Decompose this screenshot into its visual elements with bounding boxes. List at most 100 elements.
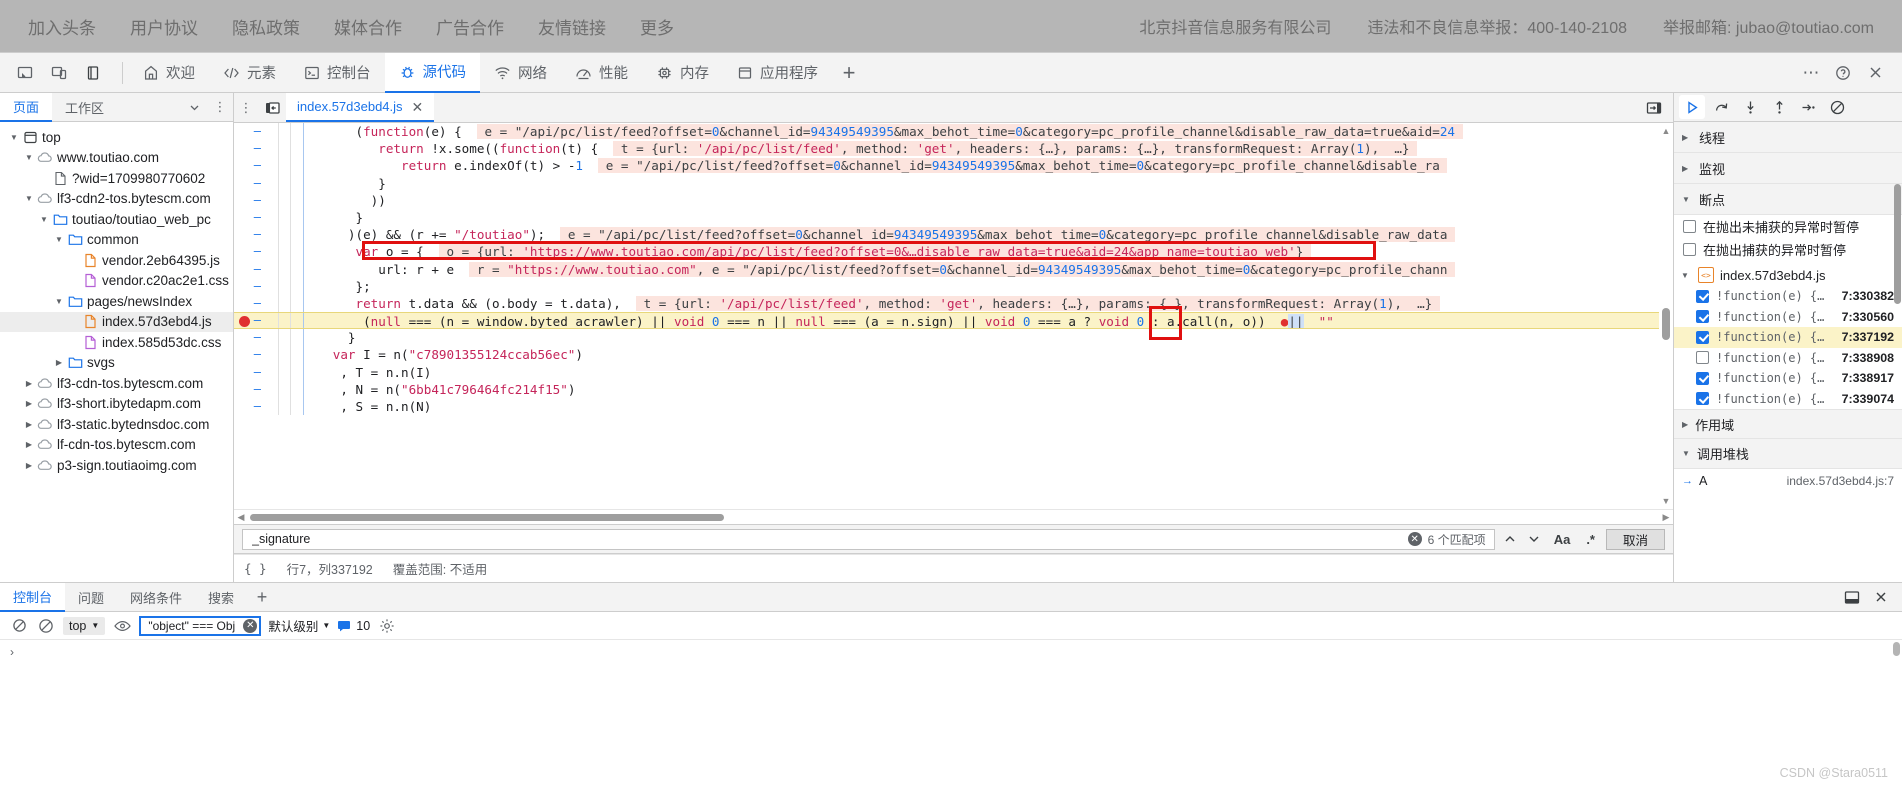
- code-line[interactable]: – var I = n("c78901355124ccab56ec"): [234, 346, 1673, 364]
- chevron-down-icon[interactable]: ▼: [22, 194, 36, 203]
- breakpoint-checkbox[interactable]: [1696, 351, 1709, 365]
- clear-filter-icon[interactable]: ✕: [243, 618, 258, 633]
- file-tree-row[interactable]: ▶ lf3-short.ibytedapm.com: [0, 394, 233, 415]
- tab-console[interactable]: 控制台: [290, 53, 385, 93]
- editor-vertical-scrollbar[interactable]: ▲ ▼: [1659, 123, 1673, 509]
- breakpoint-row[interactable]: !function(e) {… 7:339074: [1674, 389, 1902, 410]
- file-tree-row[interactable]: ?wid=1709980770602: [0, 168, 233, 189]
- file-tree-row[interactable]: ▶ svgs: [0, 353, 233, 374]
- debugger-section-scope[interactable]: ▶ 作用域: [1674, 409, 1902, 439]
- chevron-right-icon[interactable]: ▶: [22, 379, 36, 388]
- breakpoint-checkbox[interactable]: [1696, 330, 1709, 344]
- breakpoint-row[interactable]: !function(e) {… 7:330382: [1674, 286, 1902, 307]
- line-gutter[interactable]: –: [234, 278, 268, 295]
- show-debugger-icon[interactable]: [1635, 93, 1673, 122]
- file-tree-row[interactable]: index.57d3ebd4.js: [0, 311, 233, 332]
- step-over-icon[interactable]: [1708, 95, 1734, 119]
- footer-link-privacy[interactable]: 隐私政策: [232, 14, 300, 39]
- step-icon[interactable]: [1795, 95, 1821, 119]
- chevron-down-icon[interactable]: [181, 93, 207, 122]
- nav-tab-page[interactable]: 页面: [0, 92, 53, 122]
- match-case-toggle[interactable]: Aa: [1549, 532, 1576, 547]
- h-scroll-track[interactable]: [248, 510, 1659, 524]
- search-input[interactable]: [250, 531, 1408, 547]
- breakpoint-row[interactable]: !function(e) {… 7:337192: [1674, 327, 1902, 348]
- code-line[interactable]: – var o = { o = {url: 'https://www.touti…: [234, 243, 1673, 261]
- deactivate-breakpoints-icon[interactable]: [1824, 95, 1850, 119]
- editor-scroll-thumb[interactable]: [1662, 308, 1670, 340]
- console-filter-wrapper[interactable]: ✕: [139, 615, 262, 636]
- breakpoint-row[interactable]: !function(e) {… 7:338908: [1674, 348, 1902, 369]
- drawer-tab-issues[interactable]: 问题: [65, 583, 117, 612]
- scroll-down-icon[interactable]: ▼: [1661, 495, 1671, 507]
- footer-link-friends[interactable]: 友情链接: [538, 14, 606, 39]
- breakpoint-checkbox[interactable]: [1696, 371, 1709, 385]
- footer-link-ads[interactable]: 广告合作: [436, 14, 504, 39]
- line-gutter[interactable]: –: [234, 243, 268, 260]
- line-gutter[interactable]: –: [234, 364, 268, 381]
- file-tree-row[interactable]: vendor.2eb64395.js: [0, 250, 233, 271]
- breakpoint-marker-icon[interactable]: [239, 315, 250, 327]
- file-tree-row[interactable]: ▼ toutiao/toutiao_web_pc: [0, 209, 233, 230]
- pretty-print-icon[interactable]: { }: [244, 561, 267, 576]
- code-line[interactable]: – )): [234, 191, 1673, 209]
- drawer-tab-search[interactable]: 搜索: [195, 583, 247, 612]
- code-line[interactable]: – };: [234, 277, 1673, 295]
- line-gutter[interactable]: –: [234, 329, 268, 346]
- breakpoint-file-group[interactable]: ▼ <> index.57d3ebd4.js: [1674, 264, 1902, 286]
- breakpoint-checkbox[interactable]: [1696, 392, 1709, 406]
- line-gutter[interactable]: –: [234, 313, 268, 328]
- console-output[interactable]: ›: [0, 640, 1902, 789]
- dock-bottom-icon[interactable]: [1839, 585, 1865, 609]
- line-gutter[interactable]: –: [234, 209, 268, 226]
- navigator-more-icon[interactable]: ⋮: [207, 93, 233, 122]
- footer-link-terms[interactable]: 用户协议: [130, 14, 198, 39]
- nav-tab-workspace[interactable]: 工作区: [52, 93, 117, 122]
- clear-search-icon[interactable]: ✕: [1407, 532, 1422, 546]
- line-gutter[interactable]: –: [234, 123, 268, 140]
- file-tree-row[interactable]: ▼ www.toutiao.com: [0, 148, 233, 169]
- footer-link-media[interactable]: 媒体合作: [334, 14, 402, 39]
- debugger-section-breakpoints[interactable]: ▼ 断点: [1674, 184, 1902, 215]
- search-cancel-button[interactable]: 取消: [1605, 528, 1665, 550]
- chevron-right-icon[interactable]: ▶: [22, 420, 36, 429]
- toggle-navigator-icon[interactable]: [258, 93, 286, 122]
- footer-link-more[interactable]: 更多: [640, 14, 674, 39]
- tab-elements[interactable]: 元素: [209, 53, 290, 93]
- line-gutter[interactable]: –: [234, 346, 268, 363]
- help-icon[interactable]: [1828, 59, 1858, 87]
- dock-side-icon[interactable]: [78, 59, 108, 87]
- console-scroll-thumb[interactable]: [1893, 642, 1900, 656]
- file-tree-row[interactable]: ▼ top: [0, 127, 233, 148]
- code-editor[interactable]: – (function(e) { e = "/api/pc/list/feed?…: [234, 123, 1673, 509]
- step-into-icon[interactable]: [1737, 95, 1763, 119]
- chevron-right-icon[interactable]: ▶: [52, 358, 66, 367]
- drawer-add-tab-button[interactable]: +: [247, 583, 277, 612]
- open-file-tab[interactable]: index.57d3ebd4.js ✕: [286, 93, 435, 122]
- code-line[interactable]: – , S = n.n(N): [234, 398, 1673, 416]
- tab-sources[interactable]: 源代码: [384, 52, 480, 93]
- file-tree-row[interactable]: ▼ pages/newsIndex: [0, 291, 233, 312]
- add-panel-button[interactable]: +: [832, 53, 866, 93]
- close-drawer-icon[interactable]: [1868, 585, 1894, 609]
- scroll-up-icon[interactable]: ▲: [1661, 125, 1671, 137]
- editor-horizontal-scrollbar[interactable]: ◀ ▶: [234, 509, 1673, 524]
- pause-caught-checkbox[interactable]: [1683, 243, 1696, 256]
- line-gutter[interactable]: –: [234, 226, 268, 243]
- file-tree-row[interactable]: ▶ lf3-static.bytednsdoc.com: [0, 414, 233, 435]
- tab-application[interactable]: 应用程序: [723, 53, 832, 93]
- tab-network[interactable]: 网络: [480, 53, 561, 93]
- console-message-count[interactable]: 10: [337, 619, 370, 633]
- code-line[interactable]: – url: r + e r = "https://www.toutiao.co…: [234, 260, 1673, 278]
- line-gutter[interactable]: –: [234, 140, 268, 157]
- more-options-icon[interactable]: ⋯: [1796, 59, 1826, 87]
- file-tree-row[interactable]: vendor.c20ac2e1.css: [0, 271, 233, 292]
- tab-memory[interactable]: 内存: [642, 53, 723, 93]
- code-line[interactable]: – )(e) && (r += "/toutiao"); e = "/api/p…: [234, 226, 1673, 244]
- search-field-wrapper[interactable]: ✕ 6 个匹配项: [242, 528, 1495, 550]
- clear-console-icon[interactable]: [9, 616, 29, 636]
- file-tree-row[interactable]: ▼ common: [0, 230, 233, 251]
- console-level-selector[interactable]: 默认级别 ▼: [268, 616, 330, 635]
- console-scrollbar[interactable]: [1891, 640, 1902, 789]
- breakpoint-row[interactable]: !function(e) {… 7:330560: [1674, 307, 1902, 328]
